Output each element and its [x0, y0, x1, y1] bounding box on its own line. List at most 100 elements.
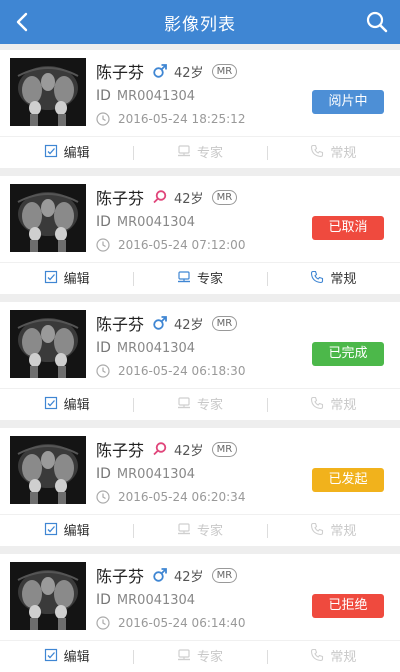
mri-thumbnail[interactable] [10, 562, 86, 630]
edit-icon [44, 522, 57, 536]
expert-icon [177, 523, 190, 535]
modality-badge: MR [211, 189, 238, 205]
action-label: 常规 [330, 271, 357, 287]
edit-icon [44, 144, 57, 158]
patient-age: 42岁 [174, 443, 204, 459]
routine-button[interactable]: 常规 [266, 646, 400, 665]
routine-button[interactable]: 常规 [266, 520, 400, 539]
expert-button[interactable]: 专家 [133, 394, 266, 413]
list-item-4[interactable]: 陈子芬 42岁 MR ID MR0041304 2016-05-24 06:20… [0, 428, 400, 546]
patient-age: 42岁 [174, 65, 204, 81]
timestamp: 2016-05-24 06:14:40 [118, 616, 246, 630]
action-bar: 编辑 专家 常规 [0, 640, 400, 669]
routine-button[interactable]: 常规 [266, 394, 400, 413]
mri-thumbnail[interactable] [10, 58, 86, 126]
edit-icon [44, 648, 57, 662]
expert-icon [177, 271, 190, 283]
action-bar: 编辑 专家 常规 [0, 388, 400, 417]
expert-button[interactable]: 专家 [133, 646, 266, 665]
list-item-5[interactable]: 陈子芬 42岁 MR ID MR0041304 2016-05-24 06:14… [0, 554, 400, 672]
action-label: 常规 [330, 523, 357, 539]
action-label: 编辑 [63, 397, 90, 413]
patient-name: 陈子芬 [96, 189, 145, 208]
action-label: 常规 [330, 649, 357, 665]
patient-age: 42岁 [174, 191, 204, 207]
timestamp: 2016-05-24 18:25:12 [118, 112, 246, 126]
patient-name: 陈子芬 [96, 567, 145, 586]
edit-button[interactable]: 编辑 [0, 142, 133, 161]
clock-icon [96, 616, 110, 630]
list-item-3[interactable]: 陈子芬 42岁 MR ID MR0041304 2016-05-24 06:18… [0, 302, 400, 420]
mri-thumbnail[interactable] [10, 184, 86, 252]
action-label: 专家 [196, 145, 223, 161]
patient-name: 陈子芬 [96, 315, 145, 334]
patient-age: 42岁 [174, 569, 204, 585]
male-icon [153, 64, 167, 78]
top-bar: 影像列表 [0, 0, 400, 44]
mri-thumbnail[interactable] [10, 436, 86, 504]
action-label: 编辑 [63, 271, 90, 287]
id-label: ID [96, 88, 111, 104]
routine-icon [311, 522, 324, 536]
routine-icon [311, 144, 324, 158]
list-item-2[interactable]: 陈子芬 42岁 MR ID MR0041304 2016-05-24 07:12… [0, 176, 400, 294]
action-label: 常规 [330, 397, 357, 413]
status-badge: 已完成 [312, 342, 384, 366]
action-bar: 编辑 专家 常规 [0, 136, 400, 165]
expert-button[interactable]: 专家 [133, 520, 266, 539]
modality-badge: MR [211, 315, 238, 331]
routine-button[interactable]: 常规 [266, 142, 400, 161]
patient-name: 陈子芬 [96, 441, 145, 460]
status-badge: 已发起 [312, 468, 384, 492]
edit-button[interactable]: 编辑 [0, 268, 133, 287]
modality-badge: MR [211, 441, 238, 457]
action-label: 专家 [196, 397, 223, 413]
record-id: MR0041304 [116, 592, 196, 608]
routine-icon [311, 648, 324, 662]
record-id: MR0041304 [116, 214, 196, 230]
search-icon[interactable] [364, 9, 390, 35]
routine-button[interactable]: 常规 [266, 268, 400, 287]
clock-icon [96, 112, 110, 126]
female-icon [153, 442, 167, 456]
clock-icon [96, 490, 110, 504]
expert-button[interactable]: 专家 [133, 142, 266, 161]
action-label: 专家 [196, 271, 223, 287]
routine-icon [311, 270, 324, 284]
female-icon [153, 190, 167, 204]
status-badge: 已取消 [312, 216, 384, 240]
expert-icon [177, 145, 190, 157]
id-label: ID [96, 592, 111, 608]
routine-icon [311, 396, 324, 410]
action-label: 编辑 [63, 649, 90, 665]
id-label: ID [96, 340, 111, 356]
action-label: 常规 [330, 145, 357, 161]
action-bar: 编辑 专家 常规 [0, 262, 400, 291]
action-label: 专家 [196, 523, 223, 539]
action-label: 编辑 [63, 145, 90, 161]
edit-icon [44, 396, 57, 410]
image-list: 陈子芬 42岁 MR ID MR0041304 2016-05-24 18:25… [0, 50, 400, 672]
expert-button[interactable]: 专家 [133, 268, 266, 287]
back-arrow-icon[interactable] [10, 9, 36, 35]
mri-thumbnail[interactable] [10, 310, 86, 378]
record-id: MR0041304 [116, 466, 196, 482]
timestamp: 2016-05-24 06:20:34 [118, 490, 246, 504]
modality-badge: MR [211, 63, 238, 79]
edit-button[interactable]: 编辑 [0, 646, 133, 665]
clock-icon [96, 238, 110, 252]
timestamp: 2016-05-24 06:18:30 [118, 364, 246, 378]
modality-badge: MR [211, 567, 238, 583]
record-id: MR0041304 [116, 88, 196, 104]
action-label: 编辑 [63, 523, 90, 539]
status-badge: 阅片中 [312, 90, 384, 114]
action-label: 专家 [196, 649, 223, 665]
list-item-1[interactable]: 陈子芬 42岁 MR ID MR0041304 2016-05-24 18:25… [0, 50, 400, 168]
record-id: MR0041304 [116, 340, 196, 356]
edit-button[interactable]: 编辑 [0, 394, 133, 413]
male-icon [153, 316, 167, 330]
expert-icon [177, 397, 190, 409]
patient-name: 陈子芬 [96, 63, 145, 82]
id-label: ID [96, 466, 111, 482]
edit-button[interactable]: 编辑 [0, 520, 133, 539]
